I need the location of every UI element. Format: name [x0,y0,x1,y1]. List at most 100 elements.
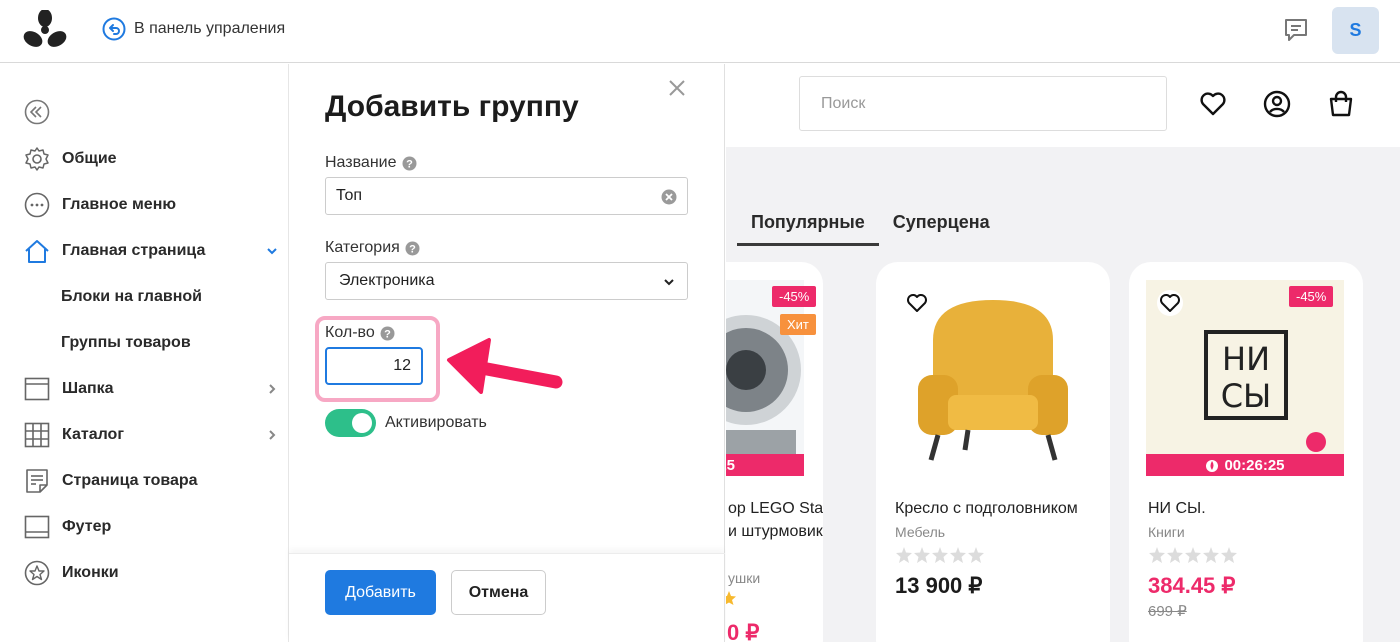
timer-text: 00:26:25 [726,456,736,474]
tab-popular[interactable]: Популярные [737,212,879,246]
chevron-right-icon[interactable] [265,382,279,396]
product-title[interactable]: Кресло с подголовником [895,497,1105,520]
header-layout-icon [24,377,50,401]
rating-stars-icon [1149,547,1237,563]
category-select-value: Электроника [339,272,435,289]
help-icon[interactable]: ? [402,156,417,171]
help-icon[interactable]: ? [405,241,420,256]
logo-icon[interactable] [22,10,68,50]
name-input[interactable]: Топ [325,177,688,215]
activate-toggle[interactable] [325,409,376,437]
star-circle-icon [24,560,50,586]
chevron-right-icon[interactable] [265,428,279,442]
sidebar-item-label: Общие [62,150,117,167]
product-card[interactable]: НИ СЫ -45% 00:26:25 НИ СЫ. Книги 384.45 … [1129,262,1363,642]
sidebar-item-icons[interactable]: Иконки [24,560,279,586]
svg-text:?: ? [409,243,416,255]
product-category: Книги [1148,524,1185,540]
product-image [726,280,804,476]
shopping-bag-icon[interactable] [1327,90,1355,118]
sidebar: Общие Главное меню Главная страница Блок… [0,64,289,642]
countdown-timer: 00:26:25 [726,454,804,476]
qty-input[interactable]: 12 [325,347,423,385]
help-icon[interactable]: ? [380,326,395,341]
gear-icon [25,147,49,171]
panel-footer: Добавить Отмена [289,553,725,642]
countdown-timer: 00:26:25 [1146,454,1344,476]
favorite-heart-icon[interactable] [1157,290,1183,316]
tab-super-price[interactable]: Суперцена [879,212,1004,246]
sidebar-item-label: Главное меню [62,196,177,213]
sidebar-item-label: Страница товара [62,472,198,489]
product-card[interactable]: -45% Хит 00:26:25 ор LEGO Star и штурмов… [726,262,823,642]
dots-circle-icon [24,192,50,218]
sidebar-item-catalog[interactable]: Каталог [24,422,279,448]
category-label-text: Категория [325,239,400,256]
activate-label: Активировать [385,414,487,431]
svg-text:НИ: НИ [1222,340,1270,378]
user-icon[interactable] [1263,90,1291,118]
toggle-knob [352,413,372,433]
svg-text:?: ? [406,158,413,170]
grid-icon [24,422,50,448]
product-price: 13 900 ₽ [895,573,983,598]
sidebar-item-label: Каталог [62,426,124,443]
cancel-button[interactable]: Отмена [451,570,546,615]
sidebar-item-main-menu[interactable]: Главное меню [24,192,279,218]
panel-title: Добавить группу [325,90,579,123]
product-title[interactable]: ор LEGO Star и штурмовика [728,497,823,543]
category-select[interactable]: Электроника [325,262,688,300]
svg-text:СЫ: СЫ [1221,377,1272,415]
back-to-dashboard-link[interactable]: В панель упраления [102,17,285,41]
category-field-label: Категория ? [325,239,420,257]
sidebar-item-home-page[interactable]: Главная страница [24,238,279,264]
sidebar-subitem-product-groups[interactable]: Группы товаров [61,334,191,352]
product-category: Мебель [895,524,946,540]
sidebar-item-general[interactable]: Общие [24,146,279,172]
qty-label-text: Кол-во [325,324,375,341]
clear-input-icon[interactable] [661,189,677,205]
chevron-down-icon [664,279,674,286]
sidebar-item-product-page[interactable]: Страница товара [24,468,279,494]
product-title[interactable]: НИ СЫ. [1148,497,1358,520]
sidebar-item-header[interactable]: Шапка [24,376,279,402]
close-icon[interactable] [667,78,687,98]
shop-header: Поиск [726,64,1400,147]
star-icon [726,591,736,605]
discount-badge: -45% [772,286,817,307]
heart-icon[interactable] [1199,90,1227,118]
user-avatar[interactable]: S [1332,7,1379,54]
sidebar-item-footer[interactable]: Футер [24,514,279,540]
hit-badge: Хит [780,314,816,335]
svg-text:?: ? [384,328,391,340]
back-link-label: В панель упраления [134,20,286,37]
shop-preview: Поиск Популярные Суперцена -45% Хит 5 ор… [726,64,1400,642]
chevron-down-icon[interactable] [265,244,279,258]
add-group-panel: Добавить группу Название ? Топ Категория… [289,64,725,642]
product-category: ушки [728,570,761,586]
add-button[interactable]: Добавить [325,570,436,615]
product-tabs: Популярные Суперцена [737,212,1004,246]
favorite-heart-icon[interactable] [904,290,930,316]
name-label-text: Название [325,154,397,171]
sidebar-subitem-home-blocks[interactable]: Блоки на главной [61,288,202,306]
product-old-price: 699 ₽ [1148,603,1187,620]
sidebar-item-label: Футер [62,518,112,535]
qty-field-label: Кол-во ? [325,324,395,342]
product-price: 384.45 ₽ [1148,573,1236,598]
top-bar: В панель упраления S [0,0,1400,63]
pointer-arrow-icon [447,338,563,394]
chat-icon[interactable] [1282,16,1310,44]
home-icon [25,240,49,263]
name-input-value: Топ [336,187,363,204]
collapse-sidebar-icon[interactable] [24,99,50,125]
sidebar-item-label: Шапка [62,380,114,397]
document-icon [26,469,48,493]
sidebar-item-label: Иконки [62,564,119,581]
back-arrow-icon [102,17,126,41]
timer-text: 00:26:25 [1224,456,1285,474]
footer-layout-icon [24,515,50,539]
search-input[interactable]: Поиск [799,76,1167,131]
product-price: 0 ₽ [727,620,760,642]
product-card[interactable]: Кресло с подголовником Мебель 13 900 ₽ [876,262,1110,642]
